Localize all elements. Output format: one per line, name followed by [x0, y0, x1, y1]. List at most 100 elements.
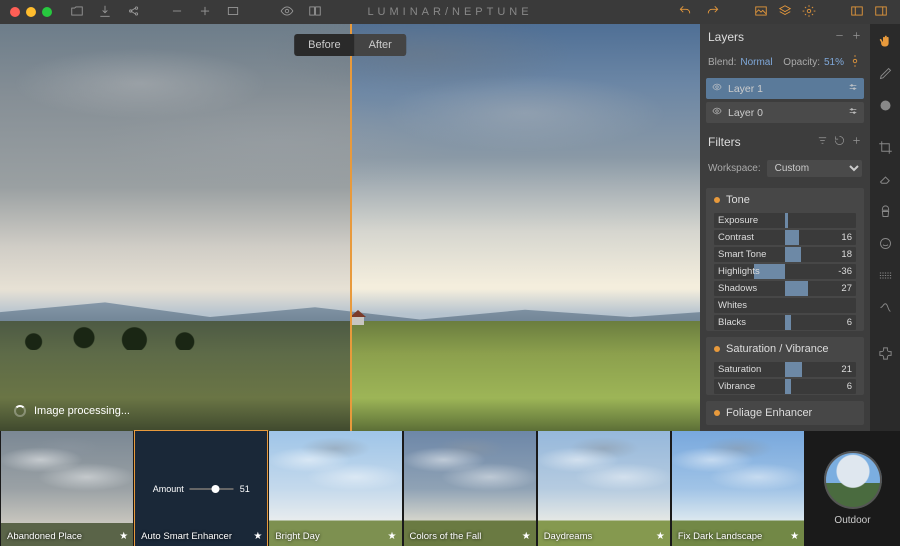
filter-active-dot [714, 197, 720, 203]
app-title: LUMINAR/NEPTUNE [367, 6, 532, 18]
add-filter-icon[interactable] [845, 135, 862, 149]
filter-reset-icon[interactable] [828, 135, 845, 149]
layer-item[interactable]: Layer 1 [706, 78, 864, 99]
transform-tool-icon[interactable] [876, 266, 894, 284]
toolbar-right [678, 4, 900, 21]
layer-item[interactable]: Layer 0 [706, 102, 864, 123]
layer-settings-icon[interactable] [848, 54, 862, 71]
export-icon[interactable] [98, 4, 112, 21]
add-layer-icon[interactable] [845, 30, 862, 44]
slider-saturation[interactable]: Saturation21 [706, 361, 864, 378]
slider-contrast[interactable]: Contrast16 [706, 229, 864, 246]
open-icon[interactable] [70, 4, 84, 21]
filter-name: Tone [726, 194, 750, 206]
gradient-tool-icon[interactable] [876, 96, 894, 114]
collapse-icon[interactable] [828, 30, 845, 44]
share-icon[interactable] [126, 4, 140, 21]
filter-settings-icon[interactable] [811, 135, 828, 149]
before-button[interactable]: Before [294, 34, 354, 56]
maximize-window-icon[interactable] [42, 7, 52, 17]
visibility-icon[interactable] [712, 106, 722, 119]
layer-options-icon[interactable] [848, 82, 858, 95]
spinner-icon [14, 405, 26, 417]
preset-thumb [538, 431, 670, 546]
favorite-icon[interactable]: ★ [253, 531, 262, 542]
filter-group-title[interactable]: Saturation / Vibrance [706, 337, 864, 361]
visibility-icon[interactable] [712, 82, 722, 95]
filter-group: Tone ExposureContrast16Smart Tone18Highli… [706, 188, 864, 331]
curves-tool-icon[interactable] [876, 298, 894, 316]
window-controls [0, 7, 52, 17]
slider-blacks[interactable]: Blacks6 [706, 314, 864, 331]
tool-iconbar [870, 24, 900, 431]
fit-icon[interactable] [226, 4, 240, 21]
category-name: Outdoor [834, 515, 870, 526]
toolbar-zoom [170, 4, 240, 21]
preset-daydreams[interactable]: Daydreams★ [538, 431, 670, 546]
preset-amount[interactable]: Amount51 [153, 484, 250, 494]
filter-active-dot [714, 346, 720, 352]
after-button[interactable]: After [355, 34, 406, 56]
crop-tool-icon[interactable] [876, 138, 894, 156]
processing-label: Image processing... [34, 405, 130, 417]
preset-name: Colors of the Fall [410, 531, 482, 542]
filter-group: Saturation / VibranceSaturation21Vibranc… [706, 337, 864, 395]
opacity-value[interactable]: 51% [824, 57, 844, 68]
sidebar-right-icon[interactable] [874, 4, 888, 21]
workspace-label: Workspace: [708, 163, 761, 174]
layer-name: Layer 0 [728, 107, 842, 119]
processing-indicator: Image processing... [14, 405, 130, 417]
layers-panel-icon[interactable] [778, 4, 792, 21]
zoom-out-icon[interactable] [170, 4, 184, 21]
favorite-icon[interactable]: ★ [656, 531, 665, 542]
zoom-in-icon[interactable] [198, 4, 212, 21]
favorite-icon[interactable]: ★ [388, 531, 397, 542]
slider-shadows[interactable]: Shadows27 [706, 280, 864, 297]
workspace-row: Workspace: Custom [700, 155, 870, 182]
preset-thumb [672, 431, 804, 546]
gear-icon[interactable] [802, 4, 816, 21]
favorite-icon[interactable]: ★ [522, 531, 531, 542]
preset-thumb [404, 431, 536, 546]
sidebar-left-icon[interactable] [850, 4, 864, 21]
minimize-window-icon[interactable] [26, 7, 36, 17]
layer-options-icon[interactable] [848, 106, 858, 119]
preset-bright-day[interactable]: Bright Day★ [269, 431, 401, 546]
preset-abandoned-place[interactable]: Abandoned Place ★ [1, 431, 133, 546]
eye-icon[interactable] [280, 4, 294, 21]
slider-vibrance[interactable]: Vibrance6 [706, 378, 864, 395]
workspace-select[interactable]: Custom [767, 160, 862, 177]
preset-fix-dark-landscape[interactable]: Fix Dark Landscape★ [672, 431, 804, 546]
filter-group-title[interactable]: Tone [706, 188, 864, 212]
slider-whites[interactable]: Whites [706, 297, 864, 314]
compare-icon[interactable] [308, 4, 322, 21]
compare-toggle: Before After [294, 34, 406, 56]
slider-highlights[interactable]: Highlights-36 [706, 263, 864, 280]
hand-tool-icon[interactable] [876, 32, 894, 50]
preset-name: Abandoned Place [7, 531, 82, 542]
favorite-icon[interactable]: ★ [119, 531, 128, 542]
undo-icon[interactable] [678, 4, 692, 21]
blend-row: Blend: Normal Opacity: 51% [700, 50, 870, 75]
filter-group-title[interactable]: Foliage Enhancer [706, 401, 864, 425]
blend-mode[interactable]: Normal [740, 57, 772, 68]
preset-category[interactable]: Outdoor [805, 431, 900, 546]
close-window-icon[interactable] [10, 7, 20, 17]
preset-thumb: Amount51 [135, 431, 267, 546]
redo-icon[interactable] [706, 4, 720, 21]
plugin-tool-icon[interactable] [876, 344, 894, 362]
preset-colors-of-the-fall[interactable]: Colors of the Fall ★ [404, 431, 536, 546]
compare-divider[interactable] [350, 24, 352, 431]
toolbar-view [280, 4, 322, 21]
canvas[interactable]: Before After Image processing... [0, 24, 700, 431]
erase-tool-icon[interactable] [876, 170, 894, 188]
clone-tool-icon[interactable] [876, 202, 894, 220]
image-panel-icon[interactable] [754, 4, 768, 21]
slider-smart-tone[interactable]: Smart Tone18 [706, 246, 864, 263]
slider-exposure[interactable]: Exposure [706, 212, 864, 229]
denoise-tool-icon[interactable] [876, 234, 894, 252]
favorite-icon[interactable]: ★ [790, 531, 799, 542]
filter-active-dot [714, 410, 720, 416]
brush-tool-icon[interactable] [876, 64, 894, 82]
preset-auto-smart-enhancer[interactable]: Amount51Auto Smart Enhancer★ [135, 431, 267, 546]
